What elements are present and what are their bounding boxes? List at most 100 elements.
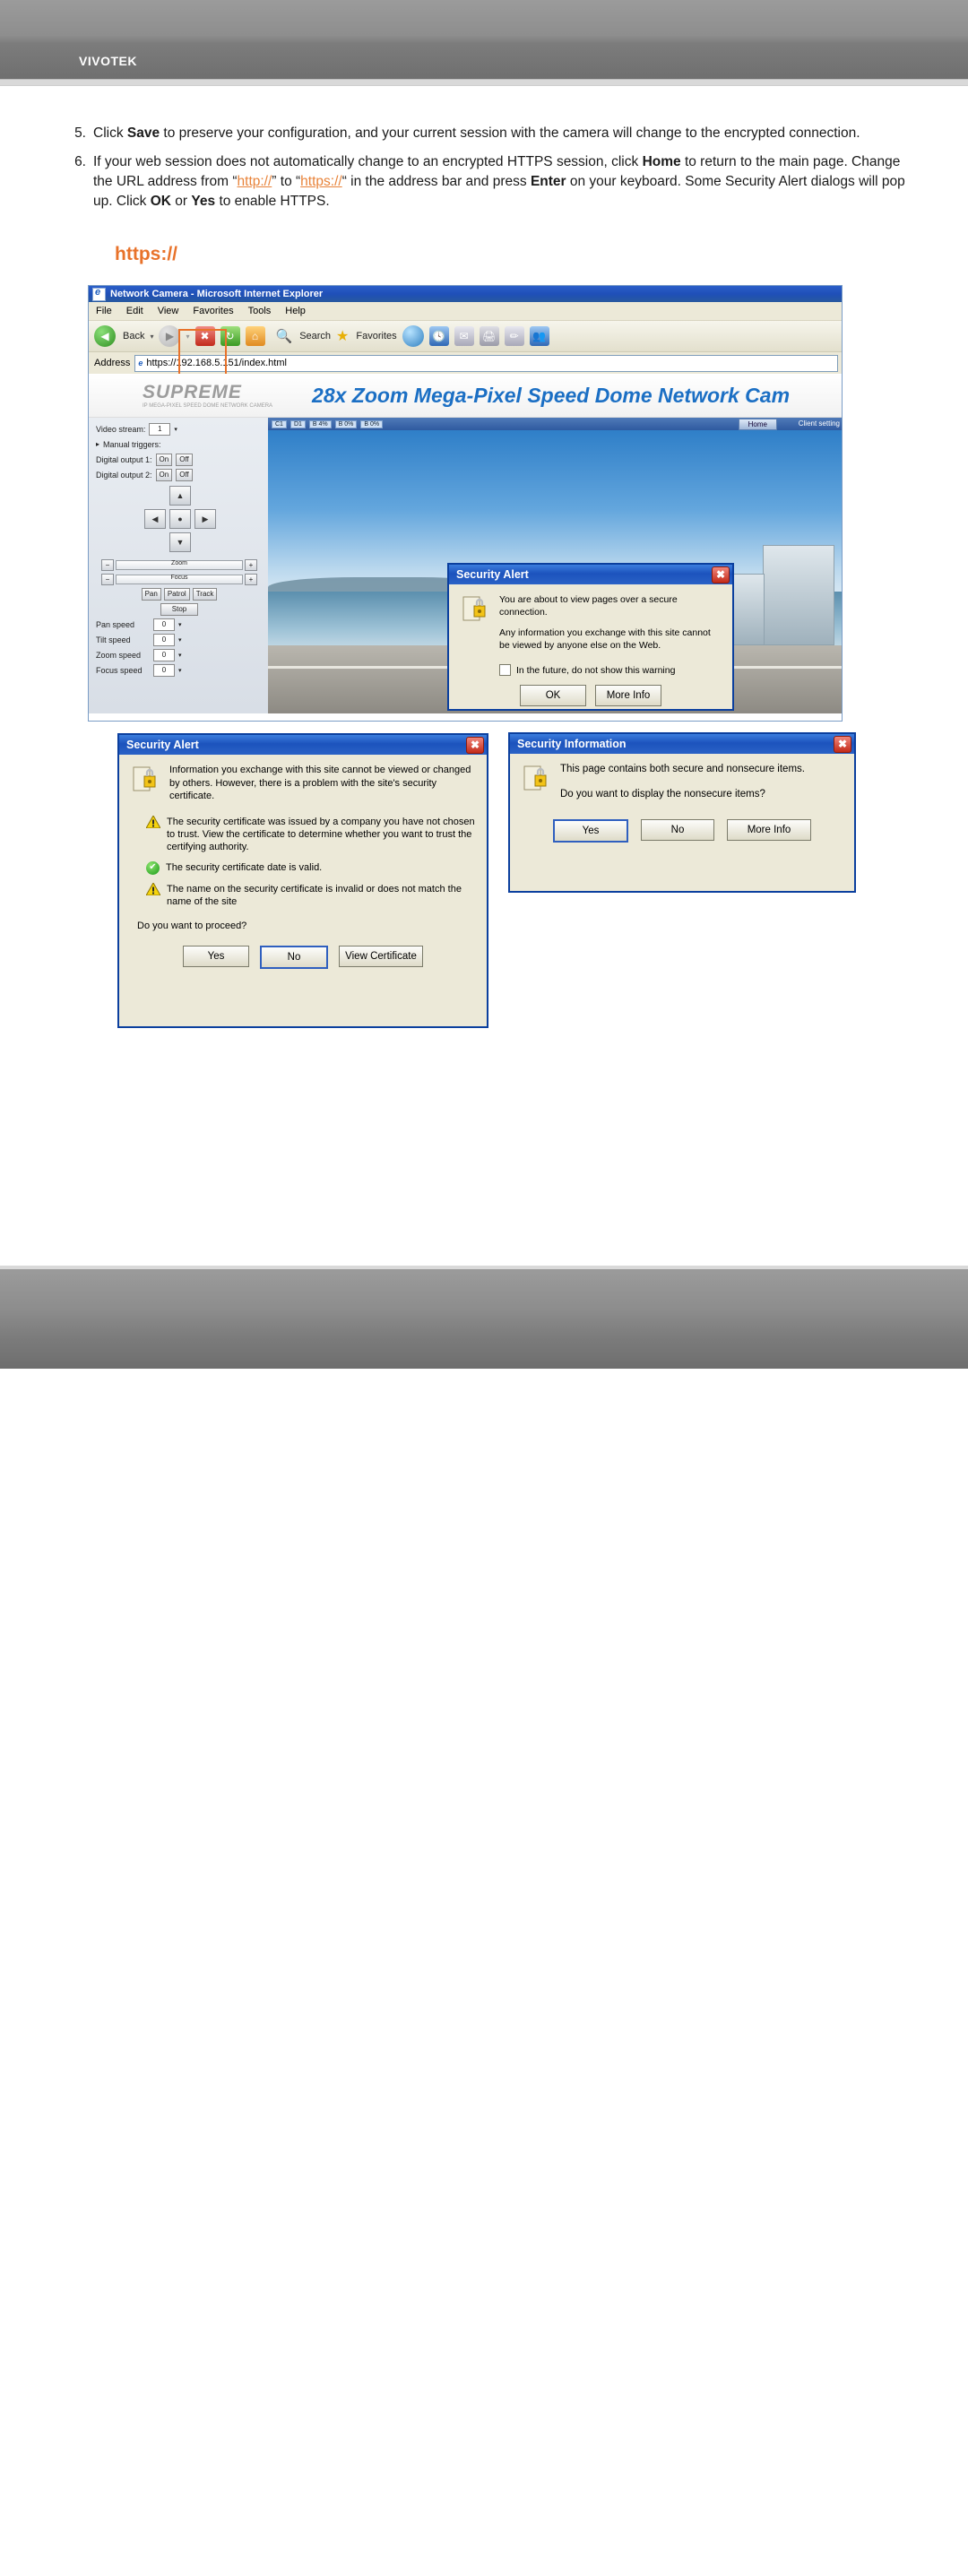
address-input[interactable]: e https://192.168.5.151/index.html: [134, 354, 838, 372]
ptz-home-button[interactable]: ●: [169, 509, 191, 529]
favorites-icon[interactable]: ★: [336, 327, 349, 345]
more-info-button[interactable]: More Info: [727, 819, 811, 841]
step6-part-6: “ in the address bar and press: [341, 174, 531, 189]
cert-item-1: ✔ The security certificate date is valid…: [146, 860, 476, 875]
zoom-plus-button[interactable]: +: [245, 559, 257, 571]
info-line-1: This page contains both secure and nonse…: [560, 764, 805, 774]
https-link[interactable]: https://: [300, 174, 342, 189]
do-not-show-checkbox[interactable]: [499, 664, 511, 676]
expand-triangle-icon[interactable]: ▸: [96, 440, 99, 448]
patrol-button[interactable]: Patrol: [163, 587, 190, 601]
dialog-titlebar: Security Alert ✖: [119, 735, 487, 755]
no-button[interactable]: No: [641, 819, 714, 841]
close-icon[interactable]: ✖: [834, 735, 851, 753]
more-info-button[interactable]: More Info: [595, 685, 661, 706]
zoom-speed-select[interactable]: 0: [153, 648, 175, 661]
security-alert-small-dialog: Security Alert ✖ You are about to view p…: [447, 563, 734, 711]
pan-speed-select[interactable]: 0: [153, 618, 175, 631]
menu-tools[interactable]: Tools: [248, 306, 272, 316]
close-icon[interactable]: ✖: [712, 566, 730, 583]
favorites-label[interactable]: Favorites: [356, 331, 396, 341]
menu-file[interactable]: File: [96, 306, 112, 316]
manual-triggers-row[interactable]: ▸ Manual triggers:: [96, 438, 263, 450]
http-link[interactable]: http://: [238, 174, 272, 189]
edit-icon[interactable]: ✏: [504, 326, 524, 346]
do1-on-button[interactable]: On: [155, 453, 173, 466]
home-icon[interactable]: ⌂: [245, 326, 265, 346]
stop-button[interactable]: Stop: [160, 602, 199, 616]
focus-slider[interactable]: Focus: [116, 575, 243, 584]
menu-edit[interactable]: Edit: [126, 306, 143, 316]
video-chip-4[interactable]: B 0%: [360, 419, 384, 428]
camera-home-button[interactable]: Home: [738, 419, 777, 430]
mail-icon[interactable]: ✉: [454, 326, 474, 346]
refresh-icon[interactable]: ↻: [220, 326, 240, 346]
focus-speed-label: Focus speed: [96, 665, 143, 675]
address-value: https://192.168.5.151/index.html: [146, 358, 287, 368]
chevron-down-icon[interactable]: ▾: [178, 667, 182, 674]
pan-button[interactable]: Pan: [141, 587, 161, 601]
media-icon[interactable]: [402, 325, 424, 347]
chevron-down-icon[interactable]: ▾: [178, 636, 182, 644]
pan-speed-row: Pan speed 0 ▾: [96, 618, 263, 631]
search-icon[interactable]: 🔍: [276, 328, 293, 344]
chevron-down-icon[interactable]: ▾: [178, 652, 182, 659]
zoom-minus-button[interactable]: −: [101, 559, 114, 571]
client-settings-link[interactable]: Client setting: [799, 419, 840, 428]
track-button[interactable]: Track: [192, 587, 218, 601]
chevron-down-icon[interactable]: ▾: [150, 333, 153, 341]
ptz-mode-row: Pan Patrol Track: [96, 587, 263, 601]
list-item: 5. Click Save to preserve your configura…: [63, 124, 914, 143]
yes-button[interactable]: Yes: [183, 945, 249, 967]
list-item: 6. If your web session does not automati…: [63, 152, 914, 212]
do1-off-button[interactable]: Off: [176, 453, 193, 466]
focus-plus-button[interactable]: +: [245, 574, 257, 585]
video-chip-2[interactable]: B 4%: [308, 419, 332, 428]
forward-chevron-icon: ▾: [186, 332, 190, 341]
menu-favorites[interactable]: Favorites: [193, 306, 233, 316]
back-label[interactable]: Back: [123, 331, 144, 341]
ptz-up-button[interactable]: ▲: [169, 486, 191, 506]
dialog-body: This page contains both secure and nonse…: [510, 754, 854, 851]
video-stream-select[interactable]: 1: [149, 422, 171, 436]
messenger-icon[interactable]: 👥: [529, 326, 549, 346]
footer-page-label: 86 - User's Manual: [70, 2563, 164, 2576]
do2-off-button[interactable]: Off: [176, 468, 193, 481]
page-icon: e: [138, 359, 143, 367]
warning-icon: [145, 881, 161, 895]
digital-output-1-row: Digital output 1: On Off: [96, 453, 263, 466]
search-label[interactable]: Search: [299, 331, 331, 341]
step5-part-2: to preserve your configuration, and your…: [160, 125, 860, 141]
yes-button[interactable]: Yes: [553, 819, 628, 843]
step-number: 5.: [74, 125, 86, 141]
print-icon[interactable]: 🖨: [479, 326, 499, 346]
focus-minus-button[interactable]: −: [101, 574, 114, 585]
ok-button[interactable]: OK: [520, 685, 586, 706]
history-icon[interactable]: 🕓: [428, 326, 449, 346]
no-button[interactable]: No: [260, 945, 328, 969]
close-icon[interactable]: ✖: [466, 736, 484, 754]
tilt-speed-select[interactable]: 0: [153, 633, 175, 646]
ok-icon: ✔: [146, 860, 160, 875]
ptz-right-button[interactable]: ▶: [194, 509, 216, 529]
video-chip-1[interactable]: D1: [290, 419, 306, 428]
back-icon[interactable]: ◀: [94, 325, 116, 347]
video-chip-3[interactable]: B 0%: [334, 419, 358, 428]
chevron-down-icon[interactable]: ▾: [174, 426, 177, 433]
view-certificate-button[interactable]: View Certificate: [339, 945, 423, 967]
ptz-dpad: ▲ ◀ ● ▶ ▼: [139, 486, 220, 556]
zoom-slider[interactable]: Zoom: [116, 560, 243, 570]
chevron-down-icon[interactable]: ▾: [178, 621, 182, 628]
menu-view[interactable]: View: [158, 306, 179, 316]
focus-speed-select[interactable]: 0: [153, 663, 175, 677]
ptz-left-button[interactable]: ◀: [144, 509, 166, 529]
zoom-speed-row: Zoom speed 0 ▾: [96, 648, 263, 661]
ptz-down-button[interactable]: ▼: [169, 532, 191, 552]
https-callout-label: https://: [115, 244, 177, 264]
address-label: Address: [94, 358, 131, 368]
video-chip-0[interactable]: C1: [272, 419, 287, 428]
do2-on-button[interactable]: On: [155, 468, 173, 481]
stop-icon[interactable]: ✖: [194, 326, 215, 346]
step6-yes-keyword: Yes: [191, 194, 216, 209]
menu-help[interactable]: Help: [285, 306, 306, 316]
